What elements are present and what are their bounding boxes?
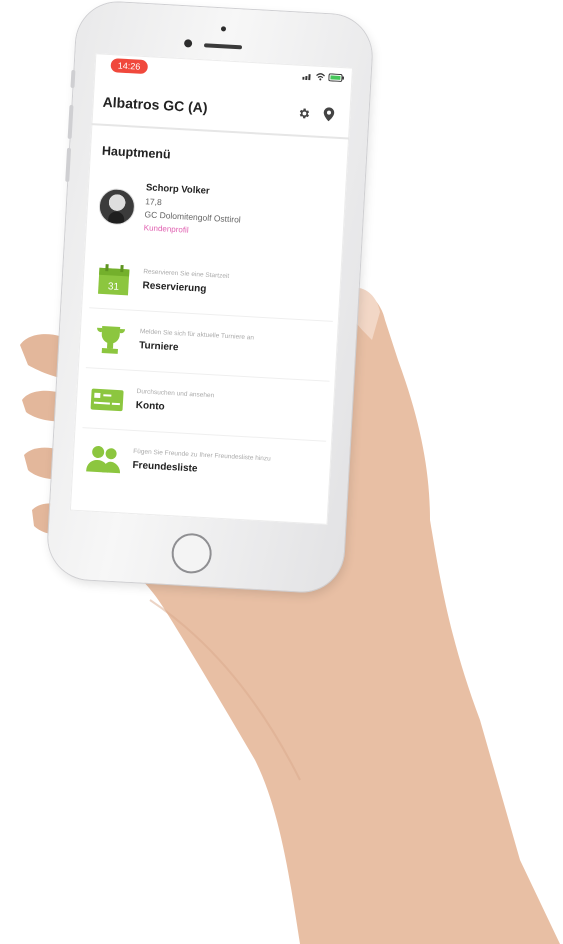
earpiece-speaker: [203, 43, 243, 50]
profile-name: Schorp Volker: [145, 182, 210, 197]
menu-item-freundesliste[interactable]: Fügen Sie Freunde zu Ihrer Freundesliste…: [79, 433, 326, 501]
home-button[interactable]: [170, 532, 213, 575]
card-icon: [90, 388, 124, 412]
menu-label: Turniere: [138, 340, 179, 354]
wifi-icon: [316, 73, 325, 81]
profile-card[interactable]: Schorp Volker 17,8 GC Dolomitengolf Ostt…: [97, 180, 336, 255]
menu-label: Konto: [135, 400, 165, 413]
battery-icon: [328, 73, 345, 82]
menu-item-reservierung[interactable]: 31 Reservieren Sie eine Startzeit Reserv…: [89, 253, 336, 322]
calendar-icon: 31: [98, 264, 130, 296]
volume-down-button: [65, 147, 72, 182]
signal-icon: [302, 73, 311, 80]
menu-subtitle: Durchsuchen und ansehen: [136, 388, 215, 400]
menu-item-konto[interactable]: Durchsuchen und ansehen Konto: [82, 373, 330, 442]
status-icons: [302, 72, 345, 82]
front-camera: [183, 39, 193, 48]
status-time: 14:26: [110, 58, 148, 75]
profile-club: GC Dolomitengolf Osttirol: [144, 209, 242, 225]
phone-screen: 14:26 Albatros GC (A) Hauptmenü Schorp V…: [69, 53, 354, 525]
phone-device: 14:26 Albatros GC (A) Hauptmenü Schorp V…: [46, 0, 374, 594]
gear-icon[interactable]: [297, 107, 311, 121]
friends-icon: [86, 445, 121, 474]
menu-label: Reservierung: [142, 280, 207, 295]
app-title: Albatros GC (A): [102, 93, 209, 116]
menu-subtitle: Melden Sie sich für aktuelle Turniere an: [139, 328, 255, 342]
front-sensor: [220, 26, 227, 32]
menu-subtitle: Reservieren Sie eine Startzeit: [143, 268, 230, 281]
location-pin-icon[interactable]: [323, 107, 335, 122]
section-title: Hauptmenü: [101, 143, 172, 162]
volume-up-button: [67, 104, 74, 140]
menu-label: Freundesliste: [132, 459, 198, 475]
avatar: [97, 187, 136, 226]
menu-item-turniere[interactable]: Melden Sie sich für aktuelle Turniere an…: [85, 313, 333, 382]
trophy-icon: [97, 326, 126, 354]
mute-switch: [70, 69, 76, 89]
calendar-day: 31: [108, 281, 120, 293]
customer-profile-link[interactable]: Kundenprofil: [144, 223, 189, 234]
profile-handicap: 17,8: [144, 196, 163, 208]
